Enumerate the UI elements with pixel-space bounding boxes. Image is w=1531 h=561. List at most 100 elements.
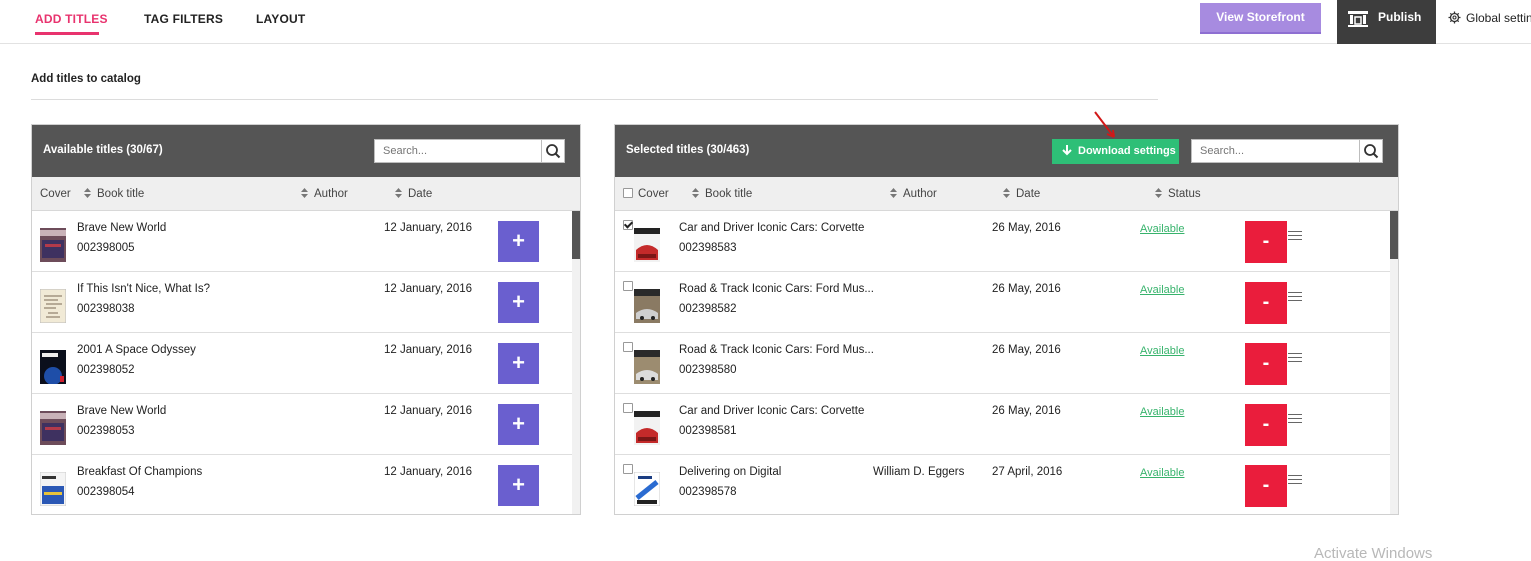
download-icon xyxy=(1061,144,1073,161)
scrollbar-thumb[interactable] xyxy=(1390,211,1398,259)
col-date[interactable]: Date xyxy=(394,188,432,200)
book-title: Car and Driver Iconic Cars: Corvette xyxy=(679,405,865,417)
remove-title-button[interactable]: - xyxy=(1245,404,1287,446)
book-id: 002398054 xyxy=(77,486,135,498)
tab-add-titles[interactable]: ADD TITLES xyxy=(35,12,108,26)
table-row: Road & Track Iconic Cars: Ford Mus... 00… xyxy=(615,272,1390,333)
book-date: 27 April, 2016 xyxy=(992,466,1063,478)
drag-handle-icon[interactable] xyxy=(1288,292,1302,302)
selected-panel-header: Selected titles (30/463) Download settin… xyxy=(615,125,1398,177)
book-date: 12 January, 2016 xyxy=(384,405,473,417)
book-title: Brave New World xyxy=(77,222,167,234)
status-link[interactable]: Available xyxy=(1140,345,1184,357)
drag-handle-icon[interactable] xyxy=(1288,414,1302,424)
available-titles-panel: Available titles (30/67) Cover Book titl… xyxy=(31,124,581,515)
table-row: Breakfast Of Champions 002398054 12 Janu… xyxy=(32,455,572,514)
book-date: 12 January, 2016 xyxy=(384,283,473,295)
book-title: If This Isn't Nice, What Is? xyxy=(77,283,210,295)
row-checkbox[interactable] xyxy=(623,464,633,474)
global-settings-link[interactable]: Global settin xyxy=(1448,11,1531,25)
book-cover xyxy=(634,228,660,262)
selected-search-button[interactable] xyxy=(1359,139,1383,163)
table-row: Brave New World 002398005 12 January, 20… xyxy=(32,211,572,272)
selected-column-headers: Cover Book title Author Date Status xyxy=(615,177,1398,211)
col-cover: Cover xyxy=(638,188,669,200)
publish-icon xyxy=(1347,9,1369,32)
col-cover: Cover xyxy=(40,188,71,200)
drag-handle-icon[interactable] xyxy=(1288,475,1302,485)
table-row: Delivering on Digital 002398578 William … xyxy=(615,455,1390,514)
status-link[interactable]: Available xyxy=(1140,467,1184,479)
windows-activation-watermark: Activate Windows xyxy=(1314,545,1433,561)
sort-icon xyxy=(83,188,92,198)
status-link[interactable]: Available xyxy=(1140,284,1184,296)
drag-handle-icon[interactable] xyxy=(1288,353,1302,363)
row-checkbox[interactable] xyxy=(623,403,633,413)
col-author[interactable]: Author xyxy=(889,188,937,200)
search-icon xyxy=(1360,144,1382,165)
tab-layout[interactable]: LAYOUT xyxy=(256,12,305,26)
book-title: Brave New World xyxy=(77,405,167,417)
book-cover xyxy=(40,228,66,262)
remove-title-button[interactable]: - xyxy=(1245,465,1287,507)
selected-scrollbar[interactable] xyxy=(1390,211,1398,514)
remove-title-button[interactable]: - xyxy=(1245,343,1287,385)
book-date: 26 May, 2016 xyxy=(992,283,1061,295)
col-date[interactable]: Date xyxy=(1002,188,1040,200)
selected-titles-panel: Selected titles (30/463) Download settin… xyxy=(614,124,1399,515)
view-storefront-button[interactable]: View Storefront xyxy=(1200,3,1321,34)
book-cover xyxy=(39,471,67,507)
book-cover xyxy=(634,350,660,384)
add-title-button[interactable]: + xyxy=(498,465,539,506)
tab-tag-filters[interactable]: TAG FILTERS xyxy=(144,12,223,26)
remove-title-button[interactable]: - xyxy=(1245,221,1287,263)
publish-label: Publish xyxy=(1378,10,1422,24)
book-cover xyxy=(634,411,660,445)
gear-icon xyxy=(1448,11,1462,25)
book-cover xyxy=(634,289,660,323)
remove-title-button[interactable]: - xyxy=(1245,282,1287,324)
add-title-button[interactable]: + xyxy=(498,221,539,262)
add-title-button[interactable]: + xyxy=(498,282,539,323)
available-search-input[interactable] xyxy=(375,140,541,162)
book-id: 002398578 xyxy=(679,486,737,498)
book-id: 002398583 xyxy=(679,242,737,254)
select-all-checkbox[interactable] xyxy=(623,188,633,198)
add-title-button[interactable]: + xyxy=(498,404,539,445)
row-checkbox[interactable] xyxy=(623,281,633,291)
book-title: Road & Track Iconic Cars: Ford Mus... xyxy=(679,344,874,356)
top-nav: ADD TITLES TAG FILTERS LAYOUT View Store… xyxy=(0,0,1531,44)
col-author[interactable]: Author xyxy=(300,188,348,200)
row-checkbox[interactable] xyxy=(623,342,633,352)
sort-icon xyxy=(300,188,309,198)
available-scrollbar[interactable] xyxy=(572,211,580,514)
book-date: 12 January, 2016 xyxy=(384,466,473,478)
status-link[interactable]: Available xyxy=(1140,406,1184,418)
col-book-title[interactable]: Book title xyxy=(83,188,144,200)
book-cover xyxy=(40,350,66,385)
book-title: 2001 A Space Odyssey xyxy=(77,344,196,356)
book-title: Road & Track Iconic Cars: Ford Mus... xyxy=(679,283,874,295)
table-row: 2001 A Space Odyssey 002398052 12 Januar… xyxy=(32,333,572,394)
publish-button[interactable]: Publish xyxy=(1337,0,1436,44)
status-link[interactable]: Available xyxy=(1140,223,1184,235)
selected-search-input[interactable] xyxy=(1192,140,1359,162)
book-date: 26 May, 2016 xyxy=(992,344,1061,356)
available-search-button[interactable] xyxy=(541,139,565,163)
book-date: 12 January, 2016 xyxy=(384,344,473,356)
book-date: 26 May, 2016 xyxy=(992,222,1061,234)
selected-panel-title: Selected titles (30/463) xyxy=(626,144,750,156)
sort-icon xyxy=(1154,188,1163,198)
col-status[interactable]: Status xyxy=(1154,188,1201,200)
book-cover xyxy=(39,288,67,324)
row-checkbox[interactable] xyxy=(623,220,633,230)
table-row: Road & Track Iconic Cars: Ford Mus... 00… xyxy=(615,333,1390,394)
add-title-button[interactable]: + xyxy=(498,343,539,384)
drag-handle-icon[interactable] xyxy=(1288,231,1302,241)
scrollbar-thumb[interactable] xyxy=(572,211,580,259)
book-id: 002398580 xyxy=(679,364,737,376)
sort-icon xyxy=(394,188,403,198)
available-panel-header: Available titles (30/67) xyxy=(32,125,580,177)
book-author: William D. Eggers xyxy=(873,466,965,478)
col-book-title[interactable]: Book title xyxy=(691,188,752,200)
